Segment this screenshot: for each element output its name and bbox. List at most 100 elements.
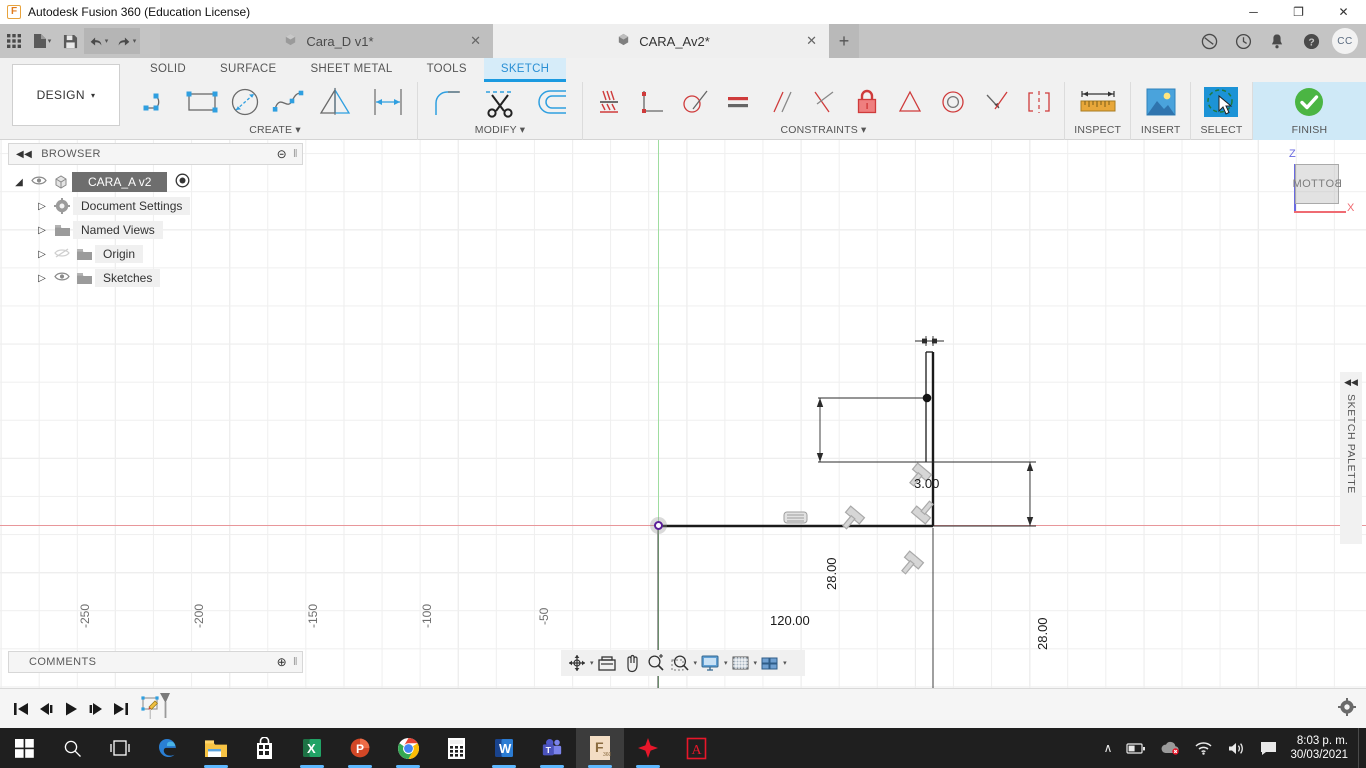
browser-item-origin[interactable]: ▷ Origin [10, 242, 260, 266]
excel-icon[interactable]: X [288, 728, 336, 768]
onedrive-error-icon[interactable] [1153, 741, 1187, 755]
fillet-icon[interactable] [422, 82, 474, 122]
expand-arrow-icon[interactable]: ▷ [33, 273, 51, 284]
notifications-bell-icon[interactable] [1260, 24, 1294, 58]
maximize-button[interactable]: ❐ [1276, 0, 1321, 24]
panel-select[interactable]: SELECT ▾ [1191, 82, 1253, 152]
trim-scissors-icon[interactable] [474, 82, 526, 122]
job-status-icon[interactable] [1192, 24, 1226, 58]
spline-icon[interactable] [266, 82, 309, 122]
task-view-button[interactable] [96, 728, 144, 768]
show-hidden-icons-chevron-icon[interactable]: ∧ [1097, 741, 1120, 755]
concentric-icon[interactable] [931, 82, 974, 122]
new-document-caret-icon[interactable]: ▾ [48, 37, 52, 45]
antivirus-icon[interactable] [624, 728, 672, 768]
rectangle-icon[interactable] [180, 82, 223, 122]
browser-item-sketches[interactable]: ▷ Sketches [10, 266, 260, 290]
document-tab-1[interactable]: Cara_D v1* ✕ [160, 24, 493, 58]
fix-constraint-icon[interactable] [587, 82, 630, 122]
acrobat-reader-icon[interactable]: A [672, 728, 720, 768]
help-icon[interactable]: ? [1294, 24, 1328, 58]
tab-tools[interactable]: TOOLS [410, 58, 484, 80]
browser-options-icon[interactable]: ⊝ [277, 147, 287, 161]
show-desktop-button[interactable] [1358, 728, 1366, 768]
browser-collapse-icon[interactable]: ◀◀ [16, 149, 32, 160]
panel-modify-caret-icon[interactable]: ▾ [520, 124, 525, 136]
parallel-icon[interactable] [759, 82, 802, 122]
document-tab-2-close-icon[interactable]: ✕ [806, 33, 817, 49]
insert-image-icon[interactable] [1142, 82, 1180, 122]
sketch-palette-collapsed[interactable]: ◀◀ SKETCH PALETTE [1340, 372, 1362, 544]
grid-snap-icon[interactable] [728, 651, 753, 675]
browser-item-document-settings[interactable]: ▷ Document Settings [10, 194, 260, 218]
panel-constraints-caret-icon[interactable]: ▾ [861, 124, 866, 136]
teams-icon[interactable]: T [528, 728, 576, 768]
mirror-icon[interactable] [309, 82, 361, 122]
root-expand-arrow-icon[interactable]: ◢ [10, 177, 28, 188]
comments-header[interactable]: COMMENTS ⊕ ‖ [8, 651, 303, 673]
panel-create-caret-icon[interactable]: ▾ [295, 124, 300, 136]
offset-icon[interactable] [526, 82, 578, 122]
display-settings-icon[interactable] [697, 651, 723, 675]
tangent-icon[interactable] [673, 82, 716, 122]
tab-solid[interactable]: SOLID [133, 58, 203, 80]
collinear-icon[interactable] [974, 82, 1017, 122]
word-icon[interactable]: W [480, 728, 528, 768]
midpoint-icon[interactable] [888, 82, 931, 122]
edge-icon[interactable] [144, 728, 192, 768]
step-forward-icon[interactable] [83, 693, 108, 725]
search-button[interactable] [48, 728, 96, 768]
offset-dimension-icon[interactable] [361, 82, 413, 122]
undo-caret-icon[interactable]: ▾ [105, 37, 109, 45]
document-tab-1-close-icon[interactable]: ✕ [470, 33, 481, 49]
finish-sketch-check-icon[interactable] [1292, 82, 1326, 122]
recent-clock-icon[interactable] [1226, 24, 1260, 58]
volume-icon[interactable] [1220, 741, 1253, 756]
sketch-arc-icon[interactable] [137, 82, 180, 122]
save-icon[interactable] [56, 28, 84, 54]
step-back-icon[interactable] [33, 693, 58, 725]
comments-resize-grip[interactable]: ‖ [293, 656, 298, 668]
go-to-end-icon[interactable] [108, 693, 133, 725]
perpendicular-icon[interactable] [802, 82, 845, 122]
root-activate-radio-icon[interactable] [175, 173, 190, 191]
view-cube[interactable]: BOTTOM Z X [1287, 148, 1354, 214]
viewcube-face-bottom[interactable]: BOTTOM [1292, 164, 1342, 204]
expand-arrow-icon[interactable]: ▷ [33, 201, 51, 212]
viewports-icon[interactable] [757, 651, 782, 675]
pan-icon[interactable] [620, 651, 644, 675]
tab-sheet-metal[interactable]: SHEET METAL [293, 58, 409, 80]
dimension-upper-height[interactable]: 28.00 [824, 557, 839, 590]
panel-inspect[interactable]: INSPECT ▾ [1065, 82, 1132, 152]
vertical-horizontal-icon[interactable] [630, 82, 673, 122]
panel-insert[interactable]: INSERT ▾ [1131, 82, 1191, 152]
wifi-icon[interactable] [1187, 741, 1220, 755]
look-at-icon[interactable] [594, 651, 620, 675]
document-tab-2[interactable]: CARA_Av2* ✕ [493, 24, 829, 58]
start-button[interactable] [0, 728, 48, 768]
measure-icon[interactable] [1074, 82, 1122, 122]
new-document-icon[interactable]: ▾ [28, 28, 56, 54]
zoom-icon[interactable] [644, 651, 668, 675]
equal-icon[interactable] [716, 82, 759, 122]
dimension-right-height[interactable]: 28.00 [1035, 617, 1050, 650]
taskbar-clock[interactable]: 8:03 p. m. 30/03/2021 [1284, 734, 1358, 762]
browser-item-named-views[interactable]: ▷ Named Views [10, 218, 260, 242]
action-center-icon[interactable] [1253, 741, 1284, 756]
undo-icon[interactable]: ▾ [84, 28, 112, 54]
eye-hidden-icon[interactable] [51, 247, 73, 262]
close-button[interactable]: ✕ [1321, 0, 1366, 24]
browser-root-node[interactable]: ◢ CARA_A v2 [10, 170, 260, 194]
fix-lock-icon[interactable] [845, 82, 888, 122]
timeline-settings-icon[interactable] [1338, 698, 1356, 719]
tab-sketch[interactable]: SKETCH [483, 58, 567, 82]
calculator-icon[interactable] [432, 728, 480, 768]
dimension-thickness[interactable]: 3.00 [914, 476, 939, 491]
expand-arrow-icon[interactable]: ▷ [33, 225, 51, 236]
expand-arrow-icon[interactable]: ▷ [33, 249, 51, 260]
powerpoint-icon[interactable]: P [336, 728, 384, 768]
eye-visible-icon[interactable] [51, 271, 73, 285]
sketch-feature-icon[interactable] [139, 691, 173, 726]
minimize-button[interactable]: ─ [1231, 0, 1276, 24]
root-visibility-icon[interactable] [28, 175, 50, 189]
